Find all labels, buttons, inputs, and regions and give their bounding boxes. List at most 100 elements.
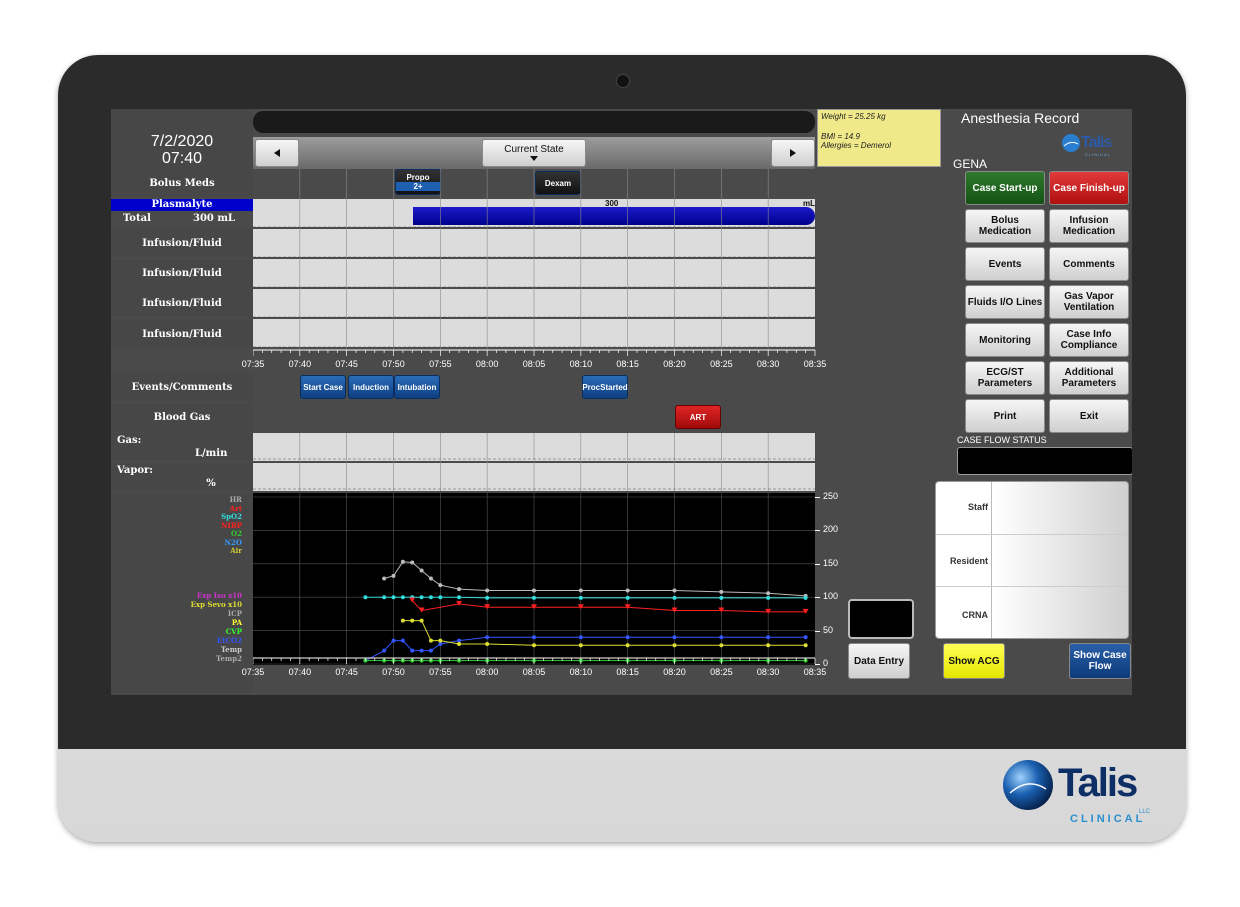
event-tag-procstarted[interactable]: ProcStarted [582,375,628,399]
gas-grid-lines [253,433,815,491]
print-button[interactable]: Print [965,399,1045,433]
gas-unit-label: L/min [195,448,228,459]
data-point-pa [672,643,677,648]
data-point-spo2 [625,595,630,600]
infusion-label-2: Infusion/Fluid [142,268,222,279]
data-point-hr [382,576,387,581]
monitoring-button[interactable]: Monitoring [965,323,1045,357]
time-tick-label: 07:35 [241,359,265,369]
data-point-spo2 [419,595,424,600]
data-point-etco2 [625,635,630,640]
legend-item: Exp Iso x10 [196,591,242,600]
event-tag-induction[interactable]: Induction [348,375,394,399]
time-tick-label: 07:55 [429,359,452,369]
data-point-spo2 [766,595,771,600]
data-point-hr [410,560,415,565]
scroll-right-button[interactable] [771,139,815,167]
events-button[interactable]: Events [965,247,1045,281]
fluid-total-label: Total [123,213,151,224]
exit-button[interactable]: Exit [1049,399,1129,433]
data-point-etco2 [578,635,583,640]
top-grid-lines [253,169,815,349]
ecg-st-parameters-button[interactable]: ECG/ST Parameters [965,361,1045,395]
show-case-flow-button[interactable]: Show Case Flow [1069,643,1131,679]
case-info-compliance-button[interactable]: Case Info Compliance [1049,323,1129,357]
show-acg-button[interactable]: Show ACG [943,643,1005,679]
time-axis-top: 07:35 07:40 07:45 07:50 07:55 08:00 08:05 08:10… [233,349,833,373]
time-tick-label: 07:50 [382,667,405,677]
blood-gas-tag-art[interactable]: ART [675,405,721,429]
vitals-chart[interactable] [253,493,815,665]
arrow-right-icon [790,149,796,157]
fluid-total-value: 300 mL [193,213,235,224]
data-point-etco2 [672,635,677,640]
event-tag-start-case[interactable]: Start Case [300,375,346,399]
infusion-medication-button[interactable]: Infusion Medication [1049,209,1129,243]
data-point-hr [419,568,424,573]
time-axis-bottom: 07:35 07:40 07:45 07:50 07:55 08:00 08:05 08:10… [233,657,833,687]
additional-parameters-button[interactable]: Additional Parameters [1049,361,1129,395]
data-point-etco2 [400,638,405,643]
y-tick [815,597,820,599]
data-entry-button[interactable]: Data Entry [848,643,910,679]
data-point-spo2 [400,595,405,600]
events-comments-label: Events/Comments [131,382,233,393]
time-tick-label: 08:05 [522,667,546,677]
device-logo-name: Talis [1058,761,1138,805]
y-tick-label: 50 [823,624,834,635]
time-tick-label: 07:45 [335,359,358,369]
legend-item: Temp [220,645,242,654]
y-tick-label: 250 [823,491,839,501]
time-tick-label: 08:35 [803,667,827,677]
vapor-label: Vapor: [117,465,153,476]
infusion-label-4: Infusion/Fluid [142,329,222,340]
time-tick-label: 08:25 [710,359,733,369]
scroll-left-button[interactable] [255,139,299,167]
data-point-hr [625,588,630,593]
data-point-hr [438,583,443,588]
time-tick-label: 08:15 [616,667,639,677]
legend-item: EtCO2 [216,636,242,645]
event-tag-intubation[interactable]: Intubation [394,375,440,399]
current-state-button[interactable]: Current State [482,139,586,167]
data-point-hr [457,587,462,592]
gas-vapor-ventilation-button[interactable]: Gas Vapor Ventilation [1049,285,1129,319]
screen-logo-sub: CLINICAL [1085,152,1112,157]
y-tick [815,497,820,498]
time-axis-ticks [253,657,816,664]
staff-row-line-2 [936,586,1128,587]
data-point-spo2 [578,595,583,600]
data-point-hr [391,573,396,578]
camera-icon [616,74,630,88]
case-startup-button[interactable]: Case Start-up [965,171,1045,205]
case-finishup-button[interactable]: Case Finish-up [1049,171,1129,205]
bolus-medication-button[interactable]: Bolus Medication [965,209,1045,243]
time-tick-label: 07:40 [288,359,312,369]
time-tick-label: 08:20 [663,359,686,369]
time-display: 07:40 [161,150,203,167]
anesthesia-screen: 7/2/2020 07:40 Current State Weight = 25… [111,109,1132,695]
fluids-io-lines-button[interactable]: Fluids I/O Lines [965,285,1045,319]
data-point-spo2 [391,595,396,600]
data-point-hr [532,588,536,593]
device-logo-sub: CLINICAL [1070,813,1146,825]
data-point-etco2 [719,635,724,640]
time-tick-label: 07:35 [241,667,265,677]
blood-gas-label: Blood Gas [153,412,211,423]
y-tick [815,630,820,632]
time-tick-label: 08:15 [616,359,639,369]
case-flow-status-display [957,447,1132,475]
device-logo: Talis CLINICAL LLC [1000,757,1150,829]
staff-label: Staff [968,502,988,512]
caret-down-icon [530,156,538,161]
data-point-etco2 [803,635,808,640]
comments-button[interactable]: Comments [1049,247,1129,281]
data-point-pa [578,643,583,648]
data-point-pa [766,643,771,648]
data-point-pa [532,643,536,648]
legend-item: ICP [227,609,242,618]
time-tick-label: 08:00 [475,667,499,677]
data-point-hr [485,588,490,593]
staff-divider [991,482,992,638]
data-point-spo2 [457,595,462,600]
